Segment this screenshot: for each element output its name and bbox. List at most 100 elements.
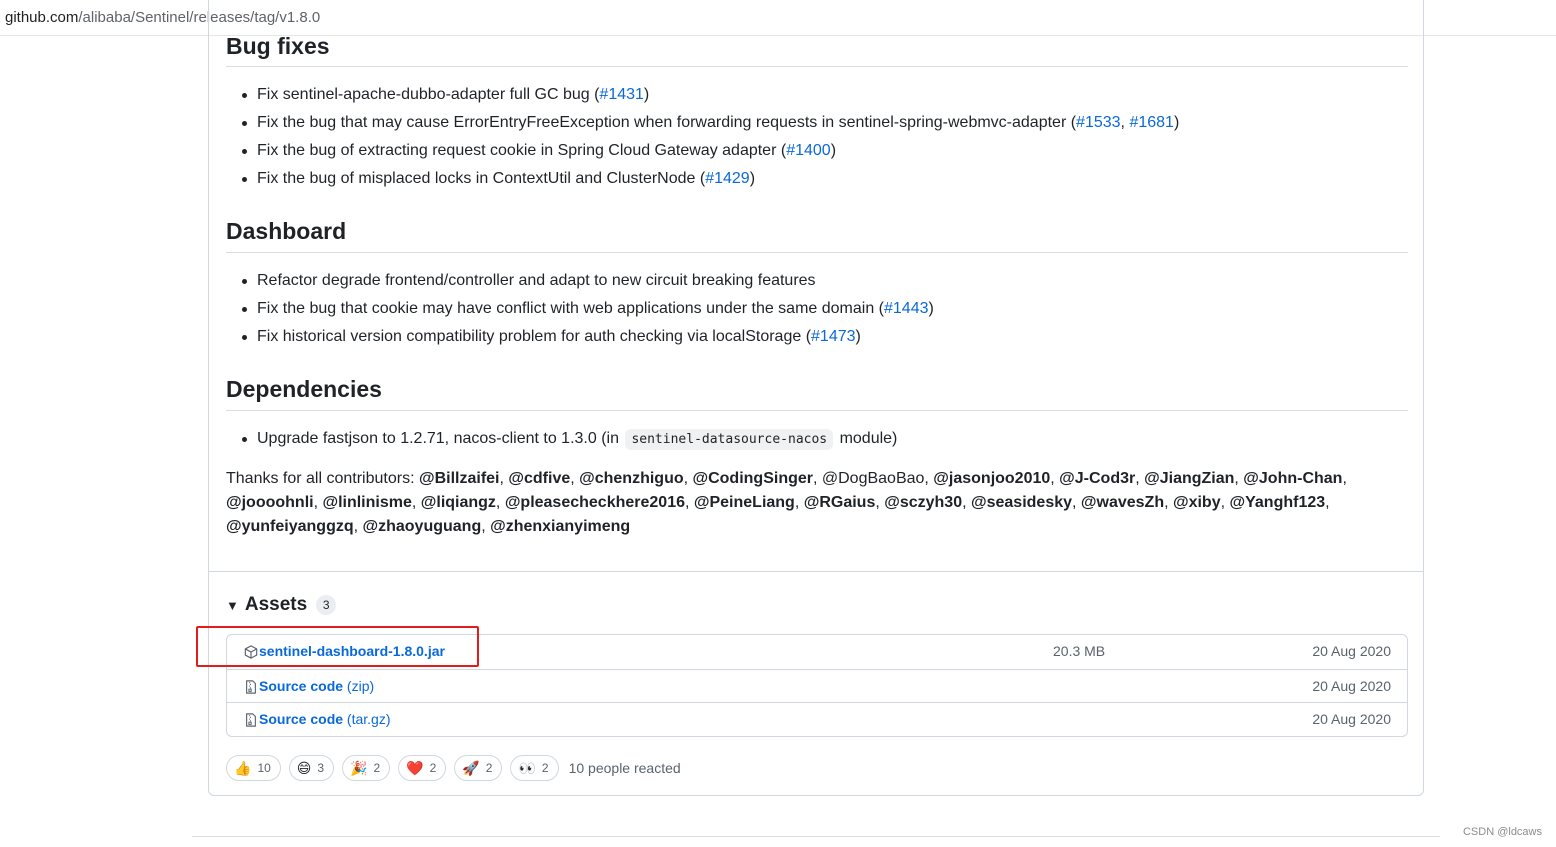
item-text: Fix the bug of extracting request cookie… — [257, 142, 787, 159]
release-card: Bug fixes Fix sentinel-apache-dubbo-adap… — [208, 0, 1424, 796]
contributor-mention[interactable]: @CodingSinger — [693, 470, 813, 487]
asset-link[interactable]: Source code (tar.gz) — [259, 711, 391, 727]
footer-divider — [192, 836, 1440, 837]
item-text: ) — [749, 170, 756, 187]
contributor-mention[interactable]: @sczyh30 — [884, 494, 962, 511]
issue-link[interactable]: #1533 — [1076, 114, 1121, 131]
reaction-count: 2 — [485, 761, 493, 775]
asset-name: Source code — [259, 711, 344, 727]
reaction-count: 2 — [541, 761, 549, 775]
reactions-summary: 10 people reacted — [568, 760, 681, 776]
asset-date: 20 Aug 2020 — [1312, 643, 1391, 659]
assets-title: Assets — [244, 594, 308, 615]
contributor-mention[interactable]: @PeineLiang — [694, 494, 795, 511]
contributor-mention[interactable]: @jasonjoo2010 — [933, 470, 1050, 487]
contributor-mention[interactable]: @cdfive — [508, 470, 570, 487]
list-item: Fix the bug that may cause ErrorEntryFre… — [241, 111, 1180, 139]
contributor-mention[interactable]: @JiangZian — [1144, 470, 1234, 487]
item-text: Fix sentinel-apache-dubbo-adapter full G… — [257, 86, 600, 103]
item-text: Refactor degrade frontend/controller and… — [257, 272, 816, 289]
contributor-mention[interactable]: @Billzaifei — [419, 470, 500, 487]
thumbs-up-icon: 👍 — [234, 759, 252, 776]
contributor-mention[interactable]: @wavesZh — [1081, 494, 1164, 511]
contributor-mention[interactable]: @chenzhiguo — [579, 470, 683, 487]
card-separator — [209, 571, 1423, 572]
item-text: ) — [643, 86, 650, 103]
contributor-mention[interactable]: @seasidesky — [971, 494, 1072, 511]
reaction-count: 2 — [373, 761, 381, 775]
assets-count-badge: 3 — [316, 595, 337, 615]
contributors-label: Thanks for all contributors: — [226, 470, 415, 487]
contributor-mention[interactable]: @zhenxianyimeng — [490, 518, 630, 535]
asset-date: 20 Aug 2020 — [1312, 678, 1391, 694]
list-item: Upgrade fastjson to 1.2.71, nacos-client… — [241, 427, 898, 455]
bugfixes-list: Fix sentinel-apache-dubbo-adapter full G… — [241, 83, 1180, 195]
file-zip-icon — [246, 713, 256, 727]
contributor-mention[interactable]: @linlinisme — [322, 494, 411, 511]
contributor-mention[interactable]: @zhaoyuguang — [363, 518, 482, 535]
item-text: module) — [839, 430, 898, 447]
dependencies-heading: Dependencies — [226, 376, 382, 402]
hooray-icon: 🎉 — [350, 759, 368, 776]
asset-date: 20 Aug 2020 — [1312, 711, 1391, 727]
dashboard-list: Refactor degrade frontend/controller and… — [242, 269, 934, 353]
reaction-count: 2 — [429, 761, 437, 775]
laugh-icon: 😄 — [296, 759, 312, 776]
reaction-thumbs-up-button[interactable]: 👍 10 — [226, 755, 281, 781]
asset-link[interactable]: Source code (zip) — [259, 678, 374, 694]
contributor-mention[interactable]: @liqiangz — [421, 494, 496, 511]
reaction-count: 10 — [257, 761, 271, 775]
asset-ext: (tar.gz) — [346, 711, 391, 727]
file-zip-icon — [246, 680, 256, 694]
item-text: ) — [928, 300, 934, 317]
contributor-mention[interactable]: @xiby — [1173, 494, 1221, 511]
contributor-mention[interactable]: @pleasecheckhere2016 — [505, 494, 685, 511]
item-text: ) — [830, 142, 837, 159]
list-item: Fix the bug of misplaced locks in Contex… — [241, 167, 1179, 195]
url-host: github.com — [5, 9, 79, 26]
dashboard-heading: Dashboard — [226, 218, 347, 244]
asset-row: Source code (tar.gz) 20 Aug 2020 — [227, 702, 1407, 736]
bugfixes-heading: Bug fixes — [226, 33, 330, 59]
watermark: CSDN @ldcaws — [1462, 826, 1542, 838]
issue-link[interactable]: #1429 — [705, 170, 750, 187]
dependencies-divider — [226, 410, 1408, 411]
issue-link[interactable]: #1431 — [599, 86, 644, 103]
assets-toggle[interactable]: ▼ Assets 3 — [226, 592, 337, 618]
issue-link[interactable]: #1681 — [1129, 114, 1174, 131]
reaction-rocket-button[interactable]: 🚀 2 — [454, 755, 503, 781]
issue-link[interactable]: #1400 — [786, 142, 831, 159]
list-item: Fix the bug that cookie may have conflic… — [242, 297, 934, 325]
contributors-paragraph: Thanks for all contributors: @Billzaifei… — [226, 467, 1416, 539]
asset-row: Source code (zip) 20 Aug 2020 — [227, 669, 1407, 703]
item-text: ) — [855, 328, 861, 345]
reaction-eyes-button[interactable]: 👀 2 — [510, 755, 559, 781]
reaction-hooray-button[interactable]: 🎉 2 — [342, 755, 391, 781]
contributor-mention[interactable]: @John-Chan — [1243, 470, 1342, 487]
reactions-bar: 👍 10 😄 3 🎉 2 ❤️ 2 🚀 2 👀 2 10 people reacted — [226, 755, 681, 781]
list-item: Refactor degrade frontend/controller and… — [242, 269, 934, 297]
reaction-laugh-button[interactable]: 😄 3 — [288, 755, 335, 781]
contributor-mention[interactable]: @DogBaoBao — [822, 470, 925, 487]
heart-icon: ❤️ — [406, 759, 424, 776]
list-item: Fix the bug of extracting request cookie… — [241, 139, 1179, 167]
asset-size: 20.3 MB — [1053, 643, 1106, 659]
list-item: Fix historical version compatibility pro… — [242, 325, 934, 353]
item-text: ) — [1173, 114, 1180, 131]
contributor-mention[interactable]: @yunfeiyanggzq — [226, 518, 354, 535]
inline-code: sentinel-datasource-nacos — [625, 429, 834, 450]
item-text: Fix the bug that cookie may have conflic… — [257, 300, 884, 317]
asset-ext: (zip) — [346, 678, 375, 694]
item-text: Fix the bug of misplaced locks in Contex… — [257, 170, 706, 187]
dependencies-list: Upgrade fastjson to 1.2.71, nacos-client… — [241, 427, 898, 455]
contributor-mention[interactable]: @joooohnli — [226, 494, 314, 511]
issue-link[interactable]: #1473 — [811, 328, 856, 345]
issue-link[interactable]: #1443 — [884, 300, 929, 317]
reaction-heart-button[interactable]: ❤️ 2 — [398, 755, 447, 781]
contributor-mention[interactable]: @Yanghf123 — [1230, 494, 1326, 511]
contributor-mention[interactable]: @RGaius — [804, 494, 876, 511]
contributor-mention[interactable]: @J-Cod3r — [1059, 470, 1135, 487]
dashboard-divider — [226, 252, 1408, 253]
item-text: Fix historical version compatibility pro… — [257, 328, 812, 345]
reaction-count: 3 — [317, 761, 325, 775]
